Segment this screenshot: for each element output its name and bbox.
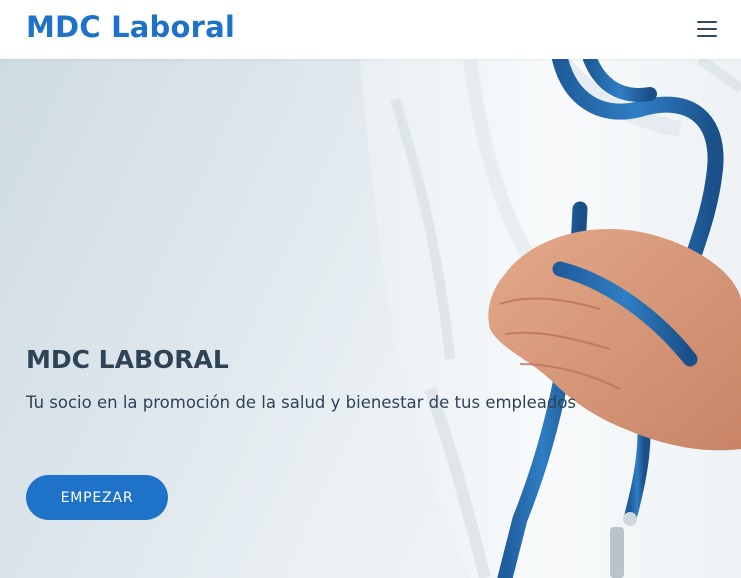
hamburger-menu-icon[interactable] <box>692 16 722 42</box>
navbar: MDC Laboral <box>0 0 741 59</box>
hero-section: MDC LABORAL Tu socio en la promoción de … <box>0 59 741 578</box>
hero-subtitle: Tu socio en la promoción de la salud y b… <box>26 393 577 412</box>
brand-logo-link[interactable]: MDC Laboral <box>26 10 235 44</box>
empezar-button[interactable]: EMPEZAR <box>26 475 168 520</box>
hero-title: MDC LABORAL <box>26 345 229 374</box>
